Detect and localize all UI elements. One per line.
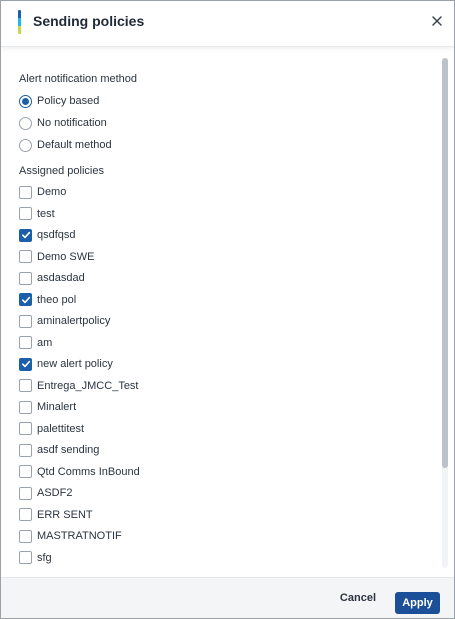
scrollbar-thumb[interactable] — [442, 58, 448, 468]
radio-option-label: Policy based — [37, 95, 100, 107]
policy-checkbox[interactable] — [19, 400, 32, 414]
policy-checkbox[interactable] — [19, 422, 32, 435]
radio-button[interactable] — [19, 116, 32, 130]
policy-checkbox[interactable] — [19, 465, 32, 478]
radio-button[interactable] — [19, 138, 32, 152]
policy-label: Demo — [37, 186, 67, 198]
radio-option[interactable]: Default method — [19, 137, 112, 153]
policy-label: asdf sending — [37, 444, 100, 456]
policy-item[interactable]: asdf sending — [19, 442, 99, 458]
sending-policies-dialog: Sending policies Alert notification meth… — [0, 0, 455, 619]
policy-item[interactable]: Minalert — [19, 399, 76, 415]
policy-label: am — [37, 336, 53, 349]
policy-checkbox[interactable] — [19, 185, 32, 199]
radio-button[interactable] — [19, 94, 32, 108]
policy-label: Minalert — [37, 401, 77, 413]
radio-option-label: Default method — [37, 139, 112, 151]
dialog-title: Sending policies — [33, 13, 145, 29]
close-icon[interactable] — [430, 14, 444, 28]
policy-item[interactable]: palettitest — [19, 421, 84, 437]
assigned-policies-label: Assigned policies — [19, 165, 104, 177]
cancel-button[interactable]: Cancel — [340, 592, 376, 604]
policy-label: aminalertpolicy — [37, 315, 111, 327]
policy-item[interactable]: ERR SENT — [19, 507, 93, 523]
policy-item[interactable]: aminalertpolicy — [19, 313, 110, 329]
policy-checkbox[interactable] — [19, 228, 32, 242]
dialog-footer: Cancel Apply — [1, 577, 454, 618]
radio-option-label: No notification — [37, 117, 107, 129]
policy-item[interactable]: new alert policy — [19, 356, 113, 372]
policy-item[interactable]: sfg — [19, 550, 52, 566]
policy-item[interactable]: MASTRATNOTIF — [19, 528, 122, 544]
radio-option[interactable]: Policy based — [19, 93, 99, 109]
policy-checkbox[interactable] — [19, 336, 32, 349]
policy-checkbox[interactable] — [19, 529, 32, 543]
policy-label: theo pol — [37, 293, 77, 306]
policy-label: qsdfqsd — [37, 229, 76, 241]
policy-checkbox[interactable] — [19, 443, 32, 457]
policy-item[interactable]: test — [19, 206, 55, 222]
policy-checkbox[interactable] — [19, 314, 32, 328]
policy-item[interactable]: Demo SWE — [19, 249, 94, 265]
dialog-body[interactable]: Alert notification method Policy based No… — [1, 48, 454, 577]
policy-item[interactable]: ASDF2 — [19, 485, 72, 501]
policy-label: sfg — [37, 551, 52, 564]
accent-bar — [18, 10, 21, 34]
apply-button[interactable]: Apply — [395, 592, 440, 614]
policy-item[interactable]: qsdfqsd — [19, 227, 76, 243]
alert-method-label: Alert notification method — [19, 73, 138, 85]
policy-item[interactable]: am — [19, 335, 52, 351]
radio-option[interactable]: No notification — [19, 115, 107, 131]
policy-label: Demo SWE — [37, 250, 95, 263]
policy-checkbox[interactable] — [19, 379, 32, 392]
policy-label: Qtd Comms InBound — [37, 465, 140, 478]
dialog-header: Sending policies — [1, 1, 454, 47]
policy-label: Entrega_JMCC_Test — [37, 379, 139, 392]
policy-item[interactable]: theo pol — [19, 292, 76, 308]
policy-item[interactable]: Demo — [19, 184, 66, 200]
policy-checkbox[interactable] — [19, 207, 32, 220]
policy-item[interactable]: Qtd Comms InBound — [19, 464, 140, 480]
policy-checkbox[interactable] — [19, 271, 32, 285]
policy-checkbox[interactable] — [19, 293, 32, 306]
policy-label: test — [37, 207, 55, 220]
policy-label: ASDF2 — [37, 487, 73, 499]
policy-label: new alert policy — [37, 358, 113, 370]
policy-checkbox[interactable] — [19, 250, 32, 263]
policy-label: palettitest — [37, 422, 85, 435]
policy-checkbox[interactable] — [19, 357, 32, 371]
policy-label: asdasdad — [37, 272, 85, 284]
policy-item[interactable]: Entrega_JMCC_Test — [19, 378, 139, 394]
policy-label: ERR SENT — [37, 508, 93, 521]
policy-checkbox[interactable] — [19, 551, 32, 564]
policy-item[interactable]: asdasdad — [19, 270, 85, 286]
scrollbar[interactable] — [442, 58, 448, 568]
policy-checkbox[interactable] — [19, 486, 32, 500]
policy-label: MASTRATNOTIF — [37, 530, 122, 542]
policy-checkbox[interactable] — [19, 508, 32, 521]
